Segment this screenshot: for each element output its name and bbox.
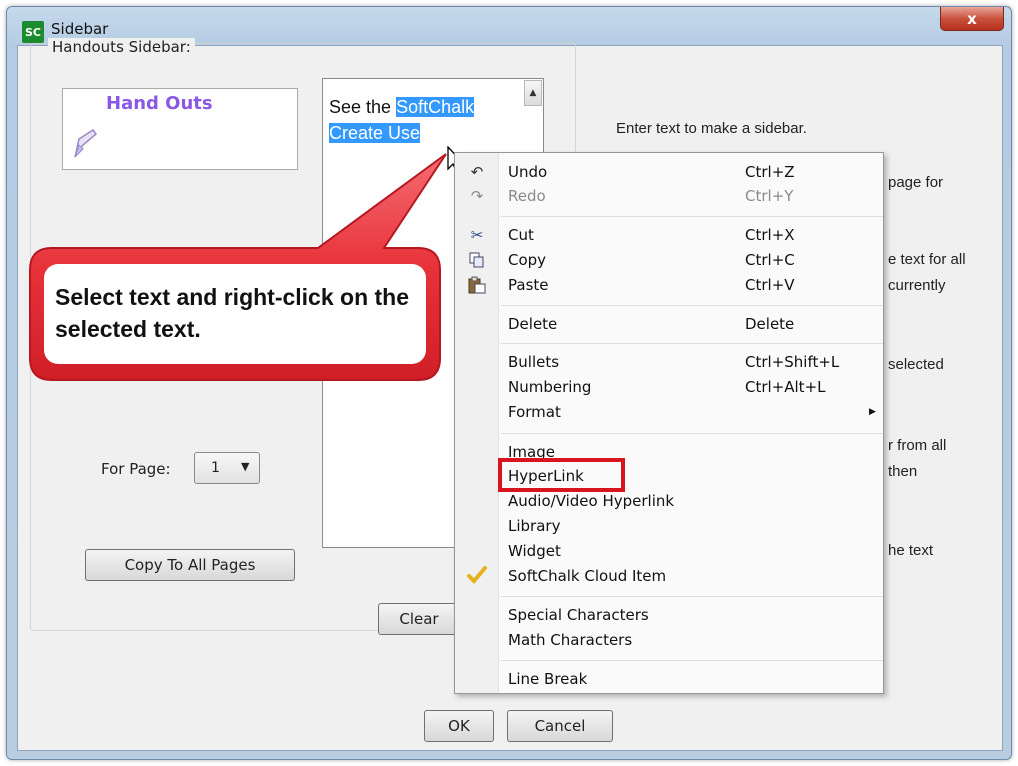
context-menu: ↶ Undo Ctrl+Z ↷ Redo Ctrl+Y ✂ Cut Ctrl+X… (454, 152, 884, 694)
cancel-button[interactable]: Cancel (507, 710, 613, 742)
editor-selected-text: SoftChalk (396, 97, 475, 117)
copy-icon (465, 248, 489, 272)
menu-item-cut[interactable]: Cut (508, 223, 534, 247)
menu-separator (501, 433, 883, 434)
undo-shortcut: Ctrl+Z (745, 163, 795, 181)
close-button[interactable]: x (940, 7, 1004, 31)
window-title: Sidebar (51, 20, 109, 38)
menu-item-math-characters[interactable]: Math Characters (508, 628, 632, 652)
instruction-text: e text for all (888, 251, 966, 268)
instruction-text: currently (888, 277, 946, 294)
paste-icon (465, 273, 489, 297)
menu-item-paste[interactable]: Paste (508, 273, 549, 297)
redo-shortcut: Ctrl+Y (745, 187, 794, 205)
editor-text-plain: See the (329, 97, 397, 117)
menu-item-library[interactable]: Library (508, 514, 560, 538)
clear-button[interactable]: Clear (378, 603, 460, 635)
menu-separator (501, 660, 883, 661)
delete-shortcut: Delete (745, 315, 795, 333)
page-label: For Page: (101, 460, 171, 478)
menu-separator (501, 305, 883, 306)
hyperlink-highlight-box (498, 458, 625, 492)
menu-item-widget[interactable]: Widget (508, 539, 561, 563)
numbering-shortcut: Ctrl+Alt+L (745, 378, 826, 396)
menu-item-numbering[interactable]: Numbering (508, 375, 591, 399)
instruction-text: then (888, 463, 918, 480)
bullets-shortcut: Ctrl+Shift+L (745, 353, 840, 371)
editor-content: See the SoftChalk Create Use (329, 94, 475, 146)
cut-shortcut: Ctrl+X (745, 226, 795, 244)
preview-title: Hand Outs (106, 93, 213, 114)
menu-item-redo[interactable]: Redo (508, 184, 546, 208)
instruction-text: page for (888, 174, 944, 191)
sidebar-preview: Hand Outs (62, 88, 298, 170)
callout-text: Select text and right-click on the selec… (55, 284, 410, 342)
undo-icon: ↶ (470, 163, 484, 181)
menu-item-delete[interactable]: Delete (508, 312, 557, 336)
copy-to-all-pages-button[interactable]: Copy To All Pages (85, 549, 295, 581)
copy-shortcut: Ctrl+C (745, 251, 795, 269)
submenu-arrow-icon: ▶ (869, 407, 876, 417)
menu-item-special-characters[interactable]: Special Characters (508, 603, 649, 627)
menu-separator (501, 596, 883, 597)
scroll-up-button[interactable]: ▲ (524, 80, 542, 106)
pencil-icon (74, 128, 98, 158)
menu-item-softchalk-cloud-item[interactable]: SoftChalk Cloud Item (508, 564, 666, 588)
page-select[interactable]: 1 ▼ (194, 452, 260, 484)
menu-item-copy[interactable]: Copy (508, 248, 546, 272)
menu-item-audio-video-hyperlink[interactable]: Audio/Video Hyperlink (508, 489, 674, 513)
menu-separator (501, 216, 883, 217)
page-select-value: 1 (211, 460, 220, 476)
checkmark-icon (465, 563, 489, 587)
menu-item-line-break[interactable]: Line Break (508, 667, 587, 691)
instruction-text: r from all (888, 437, 947, 454)
scissors-icon: ✂ (470, 226, 484, 244)
redo-icon: ↷ (470, 187, 484, 205)
softchalk-app-icon: SC (22, 21, 44, 43)
menu-separator (501, 343, 883, 344)
menu-item-undo[interactable]: Undo (508, 160, 547, 184)
handouts-group-label: Handouts Sidebar: (48, 38, 195, 56)
instruction-text: selected (888, 356, 944, 373)
paste-shortcut: Ctrl+V (745, 276, 795, 294)
editor-selected-text-line2: Create Use (329, 123, 421, 143)
menu-item-format[interactable]: Format (508, 400, 561, 424)
instruction-text: Enter text to make a sidebar. (616, 120, 807, 137)
menu-item-bullets[interactable]: Bullets (508, 350, 559, 374)
ok-button[interactable]: OK (424, 710, 494, 742)
instruction-text: he text (888, 542, 934, 559)
chevron-down-icon: ▼ (241, 460, 250, 473)
